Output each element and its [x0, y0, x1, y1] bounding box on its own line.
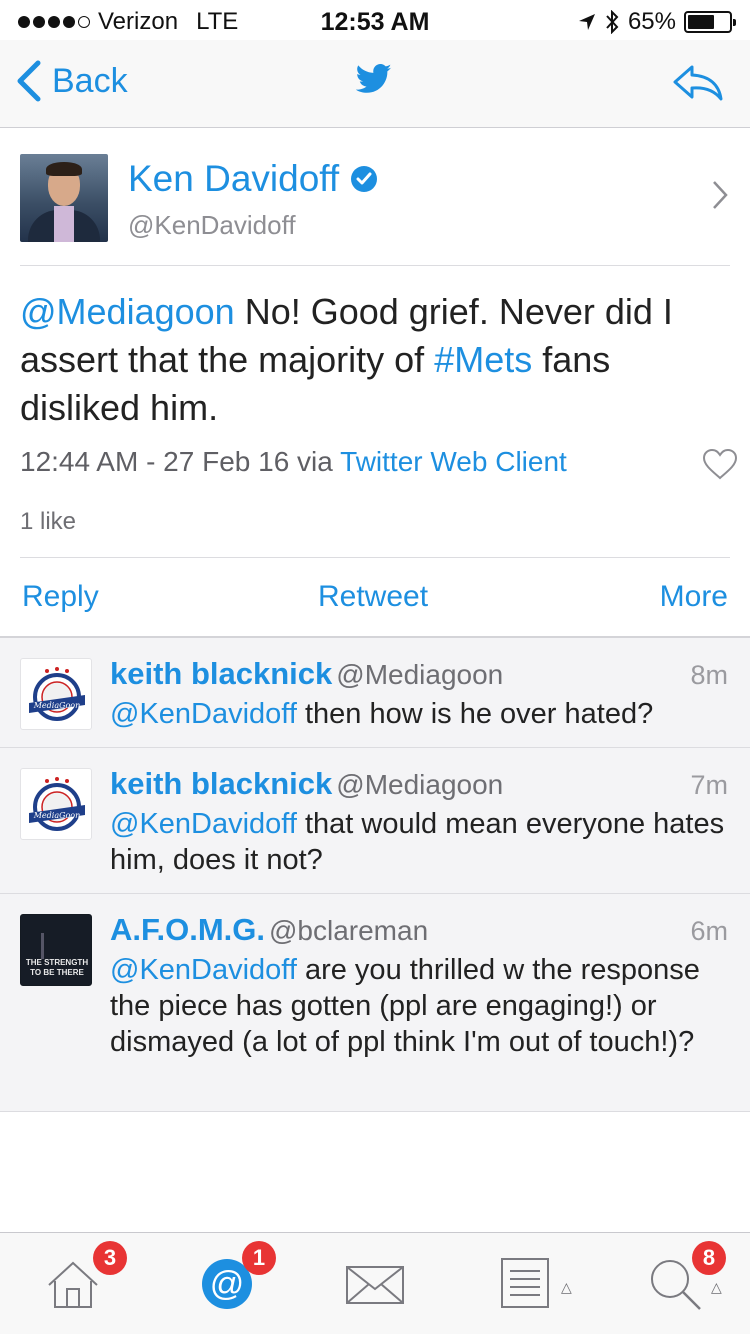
avatar-text: THE STRENGTH	[26, 958, 88, 967]
battery-percent: 65%	[627, 8, 676, 35]
like-heart-icon[interactable]	[702, 448, 738, 480]
reply-button[interactable]: Reply	[22, 580, 99, 614]
author-name: Ken Davidoff	[128, 158, 340, 199]
reply-time: 8m	[690, 660, 728, 690]
svg-text:MediaGoon: MediaGoon	[33, 811, 81, 820]
bluetooth-icon	[606, 10, 619, 34]
reply-item[interactable]: THE STRENGTH TO BE THERE A.F.O.M.G. @bcla…	[0, 894, 750, 1112]
avatar-text: TO BE THERE	[30, 968, 84, 977]
verified-badge-icon	[351, 166, 378, 192]
status-bar: Verizon LTE 12:53 AM 65%	[0, 0, 750, 40]
hashtag-link[interactable]: #Mets	[434, 339, 532, 380]
svg-text:@: @	[210, 1265, 245, 1303]
tweet-actions: Reply Retweet More	[0, 558, 750, 636]
battery-icon	[684, 11, 736, 33]
more-button[interactable]: More	[660, 580, 728, 614]
home-badge: 3	[93, 1241, 127, 1275]
envelope-icon	[346, 1266, 404, 1304]
tweet-text: @Mediagoon No! Good grief. Never did I a…	[20, 288, 735, 432]
home-icon	[48, 1261, 98, 1308]
mentions-badge: 1	[242, 1241, 276, 1275]
tab-home[interactable]: 3	[0, 1233, 150, 1334]
tab-lists[interactable]: △	[450, 1233, 600, 1334]
reply-time: 7m	[690, 770, 728, 800]
likes-count[interactable]: 1 like	[20, 508, 76, 536]
mention-link[interactable]: @Mediagoon	[20, 291, 235, 332]
reply-author[interactable]: A.F.O.M.G. @bclareman	[110, 912, 428, 948]
reply-handle: @Mediagoon	[336, 769, 504, 800]
mention-link[interactable]: @KenDavidoff	[110, 698, 297, 730]
author-name-row: Ken Davidoff	[128, 158, 378, 200]
reply-arrow-icon[interactable]	[672, 64, 724, 102]
reply-item[interactable]: MediaGoon keith blacknick @Mediagoon 8m @…	[0, 638, 750, 748]
mediagoon-avatar[interactable]: MediaGoon	[20, 658, 92, 730]
mediagoon-avatar[interactable]: MediaGoon	[20, 768, 92, 840]
reply-handle: @bclareman	[269, 915, 429, 946]
tweet-timestamp: 12:44 AM - 27 Feb 16 via	[20, 446, 341, 477]
back-label: Back	[52, 61, 128, 100]
back-button[interactable]: Back	[16, 60, 128, 102]
reply-author[interactable]: keith blacknick @Mediagoon	[110, 656, 503, 692]
reply-text: @KenDavidoff are you thrilled w the resp…	[110, 954, 700, 1058]
search-badge: 8	[692, 1241, 726, 1275]
mention-link[interactable]: @KenDavidoff	[110, 808, 297, 840]
reply-text: @KenDavidoff then how is he over hated?	[110, 698, 654, 730]
client-link[interactable]: Twitter Web Client	[340, 446, 567, 477]
tab-mentions[interactable]: @ 1	[150, 1233, 300, 1334]
chevron-left-icon	[17, 60, 41, 102]
author-handle: @KenDavidoff	[128, 210, 296, 240]
expand-triangle-icon: △	[711, 1279, 722, 1295]
bclareman-avatar[interactable]: THE STRENGTH TO BE THERE	[20, 914, 92, 986]
chevron-right-icon	[713, 181, 728, 209]
location-arrow-icon	[578, 14, 595, 30]
mention-link[interactable]: @KenDavidoff	[110, 954, 297, 986]
reply-handle: @Mediagoon	[336, 659, 504, 690]
reply-item[interactable]: MediaGoon keith blacknick @Mediagoon 7m @…	[0, 748, 750, 894]
reply-time: 6m	[690, 916, 728, 946]
tweet-author-row[interactable]: Ken Davidoff @KenDavidoff	[0, 128, 750, 266]
author-avatar[interactable]	[20, 154, 108, 242]
tab-search[interactable]: 8 △	[600, 1233, 750, 1334]
tweet-meta: 12:44 AM - 27 Feb 16 via Twitter Web Cli…	[20, 446, 567, 478]
svg-text:MediaGoon: MediaGoon	[33, 701, 81, 710]
list-icon	[501, 1258, 549, 1308]
reply-author[interactable]: keith blacknick @Mediagoon	[110, 766, 503, 802]
expand-triangle-icon: △	[561, 1279, 572, 1295]
divider	[20, 265, 730, 266]
tab-bar: 3 @ 1 △ 8 △	[0, 1232, 750, 1334]
retweet-button[interactable]: Retweet	[318, 580, 428, 614]
replies-list: MediaGoon keith blacknick @Mediagoon 8m @…	[0, 638, 750, 1112]
tab-messages[interactable]	[300, 1233, 450, 1334]
twitter-bird-icon	[356, 64, 392, 93]
reply-text: @KenDavidoff that would mean everyone ha…	[110, 808, 725, 876]
navigation-bar: Back	[0, 40, 750, 128]
status-right: 65%	[578, 8, 736, 36]
